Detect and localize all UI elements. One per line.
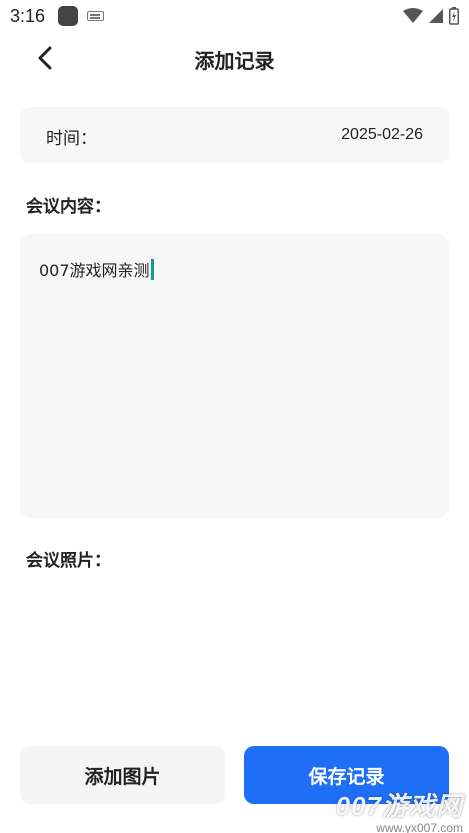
app-notification-icon	[58, 6, 78, 26]
watermark-url: www.yx007.com	[376, 821, 463, 833]
page-title: 添加记录	[194, 49, 275, 73]
wifi-icon	[403, 8, 423, 23]
time-label: 时间：	[46, 129, 97, 149]
header: 添加记录	[0, 34, 469, 82]
save-button[interactable]: 保存记录	[244, 746, 449, 804]
content-text-wrapper: 007游戏网亲测	[39, 257, 154, 281]
time-value[interactable]: 2025-02-26	[341, 126, 423, 144]
photo-label: 会议照片：	[26, 551, 111, 571]
time-field[interactable]: 时间： 2025-02-26	[20, 107, 449, 163]
battery-icon	[449, 7, 459, 25]
status-icons	[403, 6, 459, 26]
content-text: 007游戏网亲测	[39, 261, 150, 280]
text-caret	[150, 258, 154, 280]
status-bar: 3:16	[0, 0, 469, 34]
content-textarea[interactable]: 007游戏网亲测	[20, 234, 449, 518]
add-photo-button[interactable]: 添加图片	[20, 746, 225, 804]
keyboard-icon	[87, 11, 104, 21]
content-label: 会议内容：	[26, 197, 111, 217]
signal-icon	[429, 9, 443, 23]
status-time: 3:16	[10, 6, 46, 26]
